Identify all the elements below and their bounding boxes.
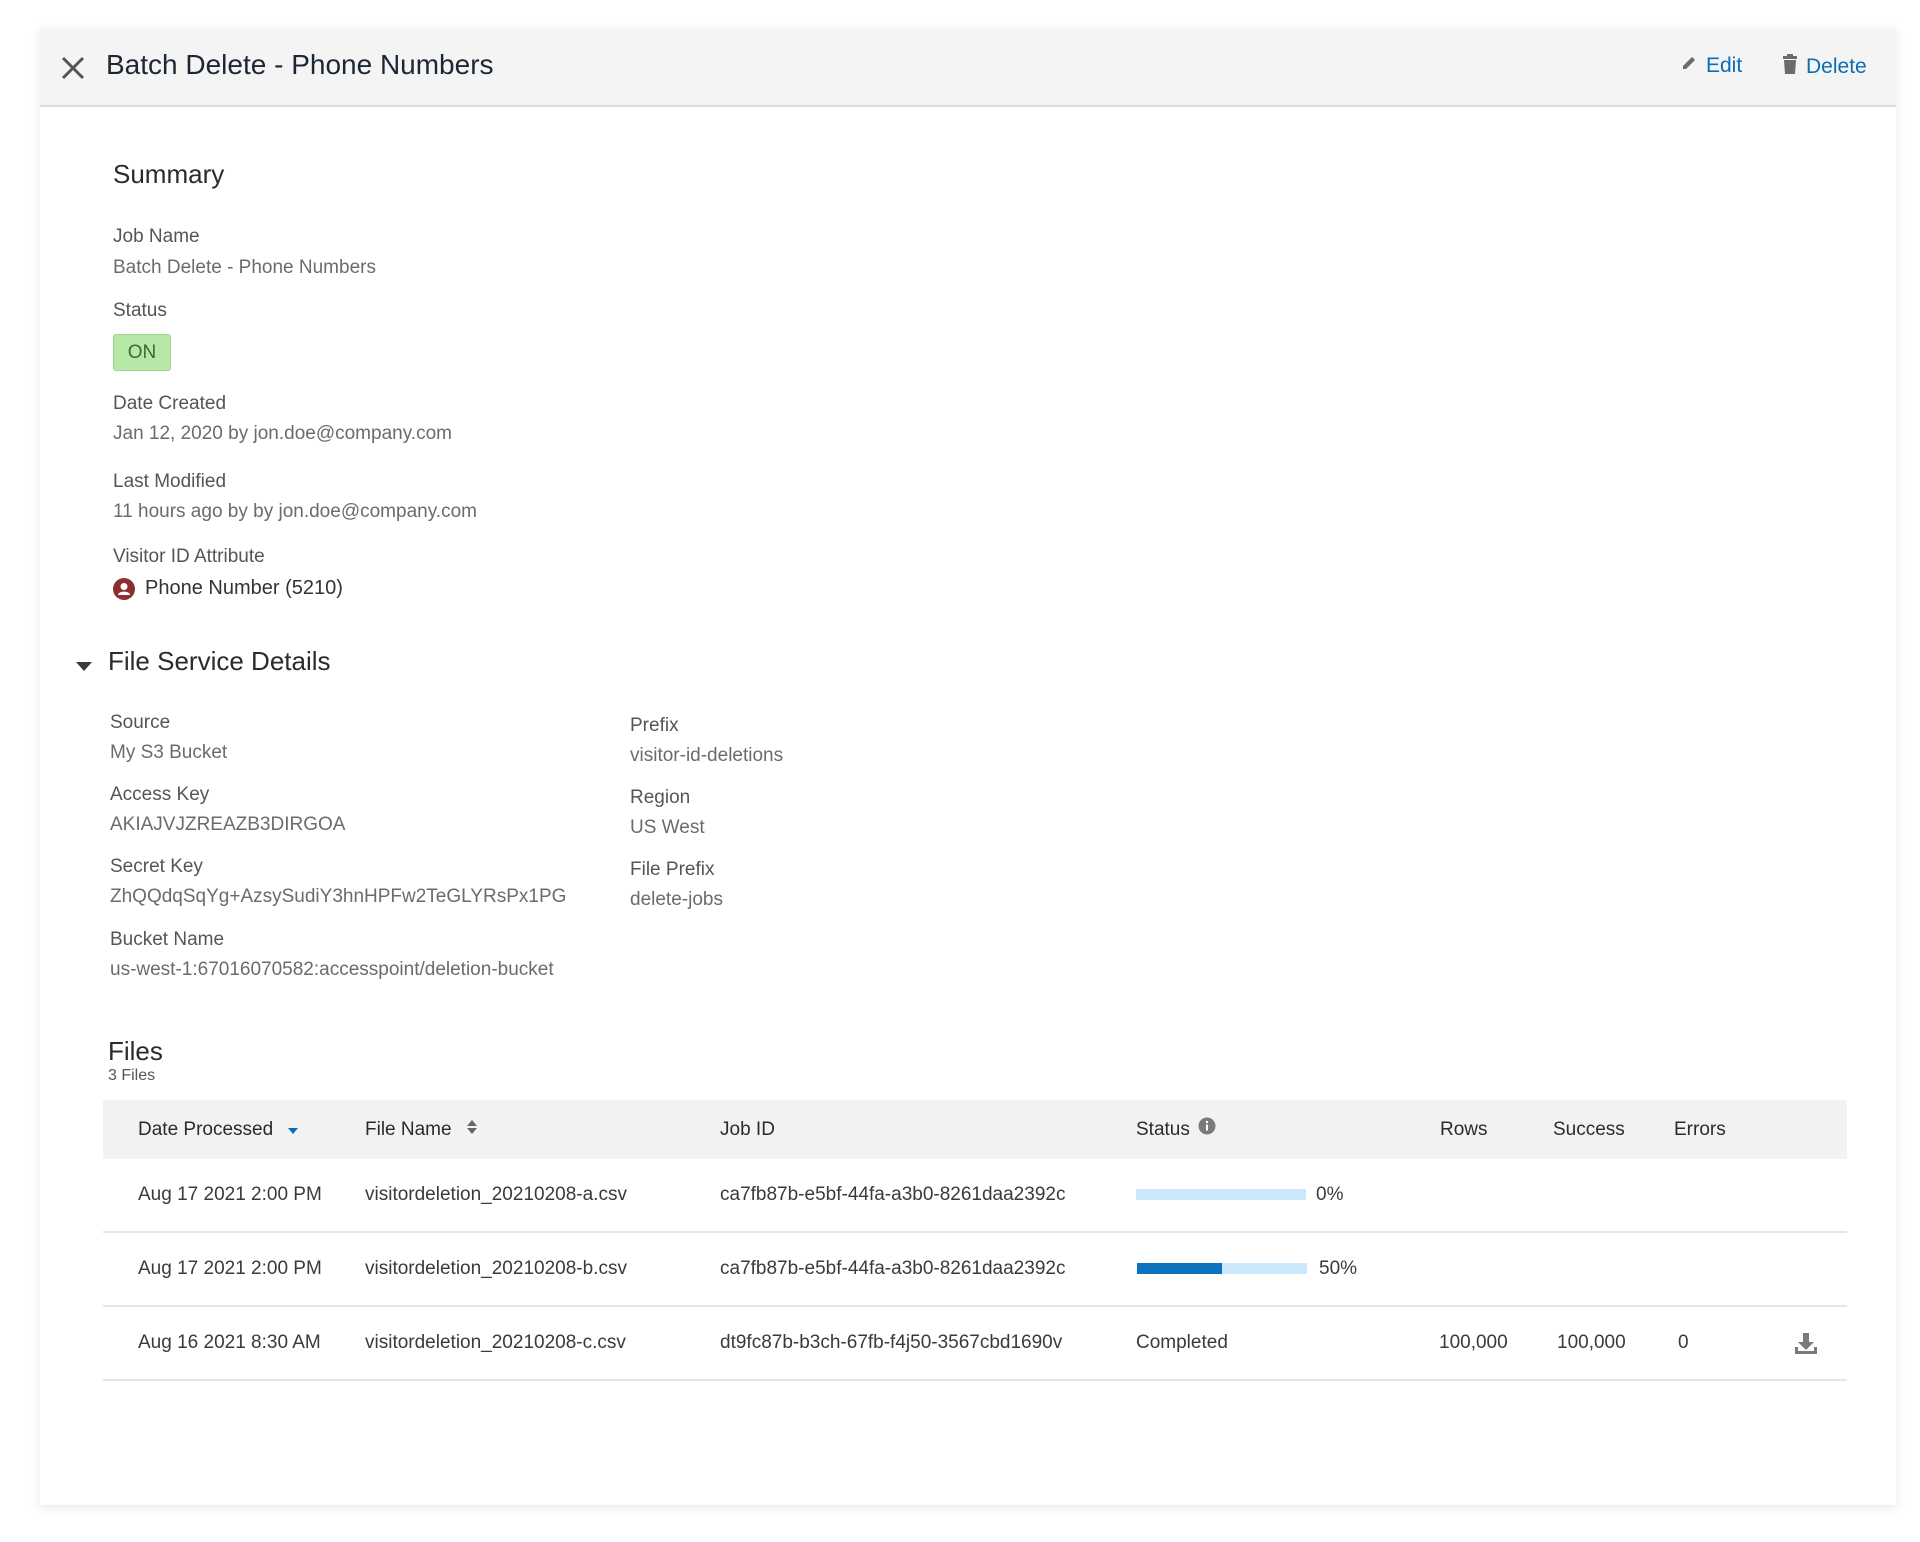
- files-title: Files: [108, 1036, 163, 1066]
- file-service-title[interactable]: File Service Details: [108, 646, 331, 677]
- table-row: Aug 16 2021 8:30 AM visitordeletion_2021…: [103, 1307, 1847, 1381]
- row-file-name: visitordeletion_20210208-a.csv: [365, 1184, 627, 1205]
- pencil-icon: [1680, 54, 1698, 78]
- panel-header: Batch Delete - Phone Numbers Edit Delete: [40, 29, 1896, 107]
- edit-label: Edit: [1706, 54, 1743, 77]
- row-date: Aug 16 2021 8:30 AM: [138, 1332, 321, 1353]
- progress-bar-fill: [1137, 1263, 1222, 1274]
- column-date-processed-label: Date Processed: [138, 1119, 274, 1140]
- column-success: Success: [1553, 1119, 1625, 1140]
- job-name-value: Batch Delete - Phone Numbers: [113, 257, 376, 278]
- table-row: Aug 17 2021 2:00 PM visitordeletion_2021…: [103, 1233, 1847, 1307]
- job-detail-panel: Batch Delete - Phone Numbers Edit Delete…: [40, 29, 1896, 1505]
- trash-icon: [1782, 54, 1798, 80]
- secret-key-value: ZhQQdqSqYg+AzsySudiY3hnHPFw2TeGLYRsPx1PG: [110, 886, 567, 907]
- progress-bar: [1136, 1189, 1306, 1200]
- access-key-value: AKIAJVJZREAZB3DIRGOA: [110, 814, 346, 835]
- sort-desc-icon[interactable]: [287, 1100, 299, 1159]
- files-count: 3 Files: [108, 1067, 156, 1084]
- visitor-id-label: Visitor ID Attribute: [113, 546, 265, 567]
- close-icon[interactable]: [58, 53, 88, 83]
- secret-key-label: Secret Key: [110, 856, 203, 877]
- table-row: Aug 17 2021 2:00 PM visitordeletion_2021…: [103, 1159, 1847, 1233]
- column-errors: Errors: [1674, 1119, 1726, 1140]
- bucket-name-label: Bucket Name: [110, 929, 225, 950]
- file-prefix-value: delete-jobs: [630, 889, 723, 910]
- row-rows: 100,000: [1439, 1332, 1508, 1353]
- files-table: Date Processed File Name Job ID Status R…: [103, 1100, 1847, 1381]
- delete-label: Delete: [1806, 55, 1867, 78]
- prefix-value: visitor-id-deletions: [630, 745, 784, 766]
- row-date: Aug 17 2021 2:00 PM: [138, 1184, 322, 1205]
- row-file-name: visitordeletion_20210208-c.csv: [365, 1332, 626, 1353]
- row-file-name: visitordeletion_20210208-b.csv: [365, 1258, 627, 1279]
- edit-button[interactable]: Edit: [1680, 54, 1742, 78]
- date-created-label: Date Created: [113, 393, 227, 414]
- delete-button[interactable]: Delete: [1782, 54, 1867, 80]
- summary-title: Summary: [113, 159, 225, 189]
- progress-label: 0%: [1316, 1184, 1344, 1205]
- access-key-label: Access Key: [110, 784, 210, 805]
- column-status: Status: [1136, 1100, 1216, 1159]
- row-job-id: ca7fb87b-e5bf-44fa-a3b0-8261daa2392c: [720, 1258, 1066, 1279]
- user-icon: [113, 577, 135, 600]
- column-file-name-label: File Name: [365, 1119, 452, 1140]
- row-success: 100,000: [1557, 1332, 1626, 1353]
- visitor-id-value: Phone Number (5210): [145, 577, 343, 599]
- job-name-label: Job Name: [113, 226, 200, 247]
- date-created-value: Jan 12, 2020 by jon.doe@company.com: [113, 423, 452, 444]
- row-errors: 0: [1678, 1332, 1689, 1353]
- column-file-name[interactable]: File Name: [365, 1100, 478, 1159]
- row-job-id: dt9fc87b-b3ch-67fb-f4j50-3567cbd1690v: [720, 1332, 1063, 1353]
- column-rows: Rows: [1440, 1119, 1488, 1140]
- source-value: My S3 Bucket: [110, 742, 228, 763]
- sort-icon[interactable]: [466, 1100, 478, 1159]
- region-label: Region: [630, 787, 691, 808]
- prefix-label: Prefix: [630, 715, 679, 736]
- region-value: US West: [630, 817, 705, 838]
- bucket-name-value: us-west-1:67016070582:accesspoint/deleti…: [110, 959, 554, 980]
- table-header: Date Processed File Name Job ID Status R…: [103, 1100, 1847, 1159]
- column-date-processed[interactable]: Date Processed: [138, 1100, 299, 1159]
- progress-bar: [1137, 1263, 1307, 1274]
- progress-label: 50%: [1319, 1258, 1358, 1279]
- row-job-id: ca7fb87b-e5bf-44fa-a3b0-8261daa2392c: [720, 1184, 1066, 1205]
- column-status-label: Status: [1136, 1119, 1190, 1140]
- info-icon[interactable]: [1198, 1100, 1216, 1159]
- row-date: Aug 17 2021 2:00 PM: [138, 1258, 322, 1279]
- last-modified-label: Last Modified: [113, 471, 227, 492]
- last-modified-value: 11 hours ago by by jon.doe@company.com: [113, 501, 477, 522]
- column-job-id: Job ID: [720, 1119, 775, 1140]
- caret-down-icon[interactable]: [76, 662, 92, 671]
- row-status: Completed: [1136, 1332, 1228, 1353]
- download-icon[interactable]: [1793, 1331, 1819, 1362]
- source-label: Source: [110, 712, 171, 733]
- file-prefix-label: File Prefix: [630, 859, 715, 880]
- status-label: Status: [113, 300, 167, 321]
- status-badge: ON: [113, 334, 171, 371]
- page-title: Batch Delete - Phone Numbers: [106, 49, 494, 80]
- visitor-id-attribute: Phone Number (5210): [113, 577, 343, 600]
